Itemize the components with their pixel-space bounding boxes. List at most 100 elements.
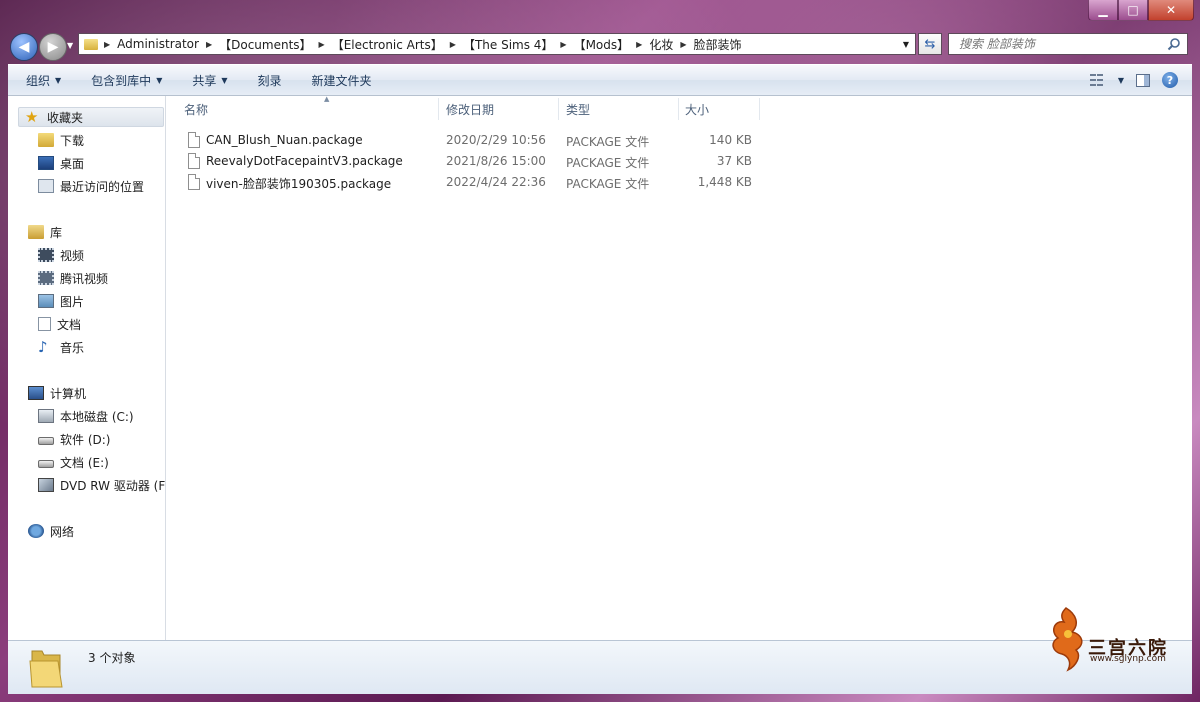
navigation-pane: ★ 收藏夹 下载 桌面 最近访问的位置 库 视频 腾讯视频 图片 文档 ♪ 音乐 xyxy=(8,96,166,640)
maximize-icon[interactable]: □ xyxy=(1118,0,1148,21)
command-bar: 组织 ▼ 包含到库中 ▼ 共享 ▼ 刻录 新建文件夹 ▼ ? xyxy=(8,64,1192,96)
burn-button[interactable]: 刻录 xyxy=(240,72,282,89)
breadcrumb-administrator[interactable]: Administrator xyxy=(117,37,199,51)
chevron-down-icon: ▼ xyxy=(221,75,228,85)
nav-favorites[interactable]: ★ 收藏夹 xyxy=(18,107,164,127)
new-folder-label: 新建文件夹 xyxy=(311,73,372,88)
address-history-dropdown-icon[interactable]: ▼ xyxy=(896,40,915,49)
column-header-size[interactable]: 大小 xyxy=(685,96,759,122)
breadcrumb-face-decoration[interactable]: 脸部装饰 xyxy=(693,36,741,53)
nav-dvd-drive[interactable]: DVD RW 驱动器 (F: xyxy=(38,475,165,495)
column-divider[interactable] xyxy=(678,98,679,120)
nav-pictures[interactable]: 图片 xyxy=(38,291,84,311)
share-button[interactable]: 共享 ▼ xyxy=(174,72,227,89)
nav-downloads-label: 下载 xyxy=(60,133,85,148)
nav-drive-d-label: 软件 (D:) xyxy=(60,432,111,447)
dvd-drive-icon xyxy=(38,478,54,492)
nav-recent-places[interactable]: 最近访问的位置 xyxy=(38,176,144,196)
nav-desktop[interactable]: 桌面 xyxy=(38,153,84,173)
chevron-right-icon[interactable]: ▶ xyxy=(206,40,212,49)
nav-downloads[interactable]: 下载 xyxy=(38,130,84,150)
column-divider[interactable] xyxy=(438,98,439,120)
file-row[interactable]: viven-脸部装饰190305.package 2022/4/24 22:36… xyxy=(166,172,766,193)
network-icon xyxy=(28,524,44,538)
new-folder-button[interactable]: 新建文件夹 xyxy=(294,72,372,89)
refresh-button[interactable]: ⇆ xyxy=(918,33,942,55)
nav-videos[interactable]: 视频 xyxy=(38,245,84,265)
document-icon xyxy=(38,317,51,331)
nav-pictures-label: 图片 xyxy=(60,294,85,309)
file-size: 140 KB xyxy=(709,133,752,147)
back-button[interactable]: ◀ xyxy=(10,33,38,61)
nav-documents[interactable]: 文档 xyxy=(38,314,81,334)
organize-button[interactable]: 组织 ▼ xyxy=(8,72,61,89)
nav-recent-places-label: 最近访问的位置 xyxy=(60,179,145,194)
column-header-type[interactable]: 类型 xyxy=(566,96,678,122)
file-row[interactable]: ReevalyDotFacepaintV3.package 2021/8/26 … xyxy=(166,151,766,172)
nav-music[interactable]: ♪ 音乐 xyxy=(38,337,84,357)
forward-button[interactable]: ▶ xyxy=(39,33,67,61)
file-type: PACKAGE 文件 xyxy=(566,135,650,149)
include-in-library-label: 包含到库中 xyxy=(91,73,152,88)
folder-icon xyxy=(84,38,98,50)
chevron-down-icon: ▼ xyxy=(156,75,163,85)
library-icon xyxy=(28,225,44,239)
column-header-name[interactable]: 名称 ▲ xyxy=(184,95,438,122)
nav-documents-label: 文档 xyxy=(57,317,82,332)
file-list: 名称 ▲ 修改日期 类型 大小 CAN_Blush_Nuan.package 2… xyxy=(166,95,1192,640)
chevron-down-icon[interactable]: ▼ xyxy=(1118,76,1124,85)
file-size: 37 KB xyxy=(716,154,752,168)
chevron-right-icon[interactable]: ▶ xyxy=(450,40,456,49)
include-in-library-button[interactable]: 包含到库中 ▼ xyxy=(73,72,162,89)
item-count: 3 个对象 xyxy=(88,651,136,665)
nav-drive-c[interactable]: 本地磁盘 (C:) xyxy=(38,406,134,426)
file-name: ReevalyDotFacepaintV3.package xyxy=(206,154,403,168)
video-icon xyxy=(38,248,54,262)
watermark-logo: 三宫六院 www.sglynp.com xyxy=(1046,604,1176,674)
nav-drive-e[interactable]: 文档 (E:) xyxy=(38,452,109,472)
nav-computer[interactable]: 计算机 xyxy=(28,383,86,403)
column-divider[interactable] xyxy=(558,98,559,120)
drive-icon xyxy=(38,437,54,445)
chevron-right-icon[interactable]: ▶ xyxy=(636,40,642,49)
chevron-right-icon[interactable]: ▶ xyxy=(104,40,110,49)
nav-network[interactable]: 网络 xyxy=(28,521,74,541)
breadcrumb: Administrator ▶ 【Documents】 ▶ 【Electroni… xyxy=(117,36,741,53)
breadcrumb-electronic-arts[interactable]: 【Electronic Arts】 xyxy=(332,36,443,53)
recent-pages-dropdown-icon[interactable]: ▼ xyxy=(67,41,73,50)
share-label: 共享 xyxy=(192,73,217,88)
search-input[interactable] xyxy=(957,36,1161,52)
nav-drive-d[interactable]: 软件 (D:) xyxy=(38,429,110,449)
preview-pane-icon[interactable] xyxy=(1136,73,1150,87)
minimize-icon[interactable]: ▁ xyxy=(1088,0,1118,21)
nav-network-label: 网络 xyxy=(50,524,75,539)
column-header-modified[interactable]: 修改日期 xyxy=(446,96,558,122)
nav-tencent-video-label: 腾讯视频 xyxy=(60,271,109,286)
nav-tencent-video[interactable]: 腾讯视频 xyxy=(38,268,108,288)
column-divider[interactable] xyxy=(759,98,760,120)
breadcrumb-mods[interactable]: 【Mods】 xyxy=(574,36,630,53)
breadcrumb-makeup[interactable]: 化妆 xyxy=(649,36,673,53)
nav-libraries[interactable]: 库 xyxy=(28,222,62,242)
change-view-icon[interactable] xyxy=(1089,74,1106,86)
recent-places-icon xyxy=(38,179,54,193)
close-icon[interactable]: ✕ xyxy=(1148,0,1194,21)
phoenix-logo-icon xyxy=(1052,607,1083,672)
organize-label: 组织 xyxy=(26,73,51,88)
picture-icon xyxy=(38,294,54,308)
help-icon[interactable]: ? xyxy=(1162,72,1178,88)
search-box xyxy=(948,33,1188,55)
file-row[interactable]: CAN_Blush_Nuan.package 2020/2/29 10:56 P… xyxy=(166,130,766,151)
address-bar[interactable]: ▶ Administrator ▶ 【Documents】 ▶ 【Electro… xyxy=(78,33,916,55)
breadcrumb-the-sims-4[interactable]: 【The Sims 4】 xyxy=(463,36,553,53)
chevron-right-icon[interactable]: ▶ xyxy=(560,40,566,49)
chevron-right-icon[interactable]: ▶ xyxy=(680,40,686,49)
tencent-video-icon xyxy=(38,271,54,285)
nav-favorites-label: 收藏夹 xyxy=(47,110,84,125)
refresh-icon: ⇆ xyxy=(924,36,936,52)
download-folder-icon xyxy=(38,133,54,147)
breadcrumb-documents[interactable]: 【Documents】 xyxy=(219,36,311,53)
search-icon[interactable] xyxy=(1167,37,1181,51)
chevron-right-icon[interactable]: ▶ xyxy=(319,40,325,49)
details-pane: 3 个对象 xyxy=(8,640,1192,694)
